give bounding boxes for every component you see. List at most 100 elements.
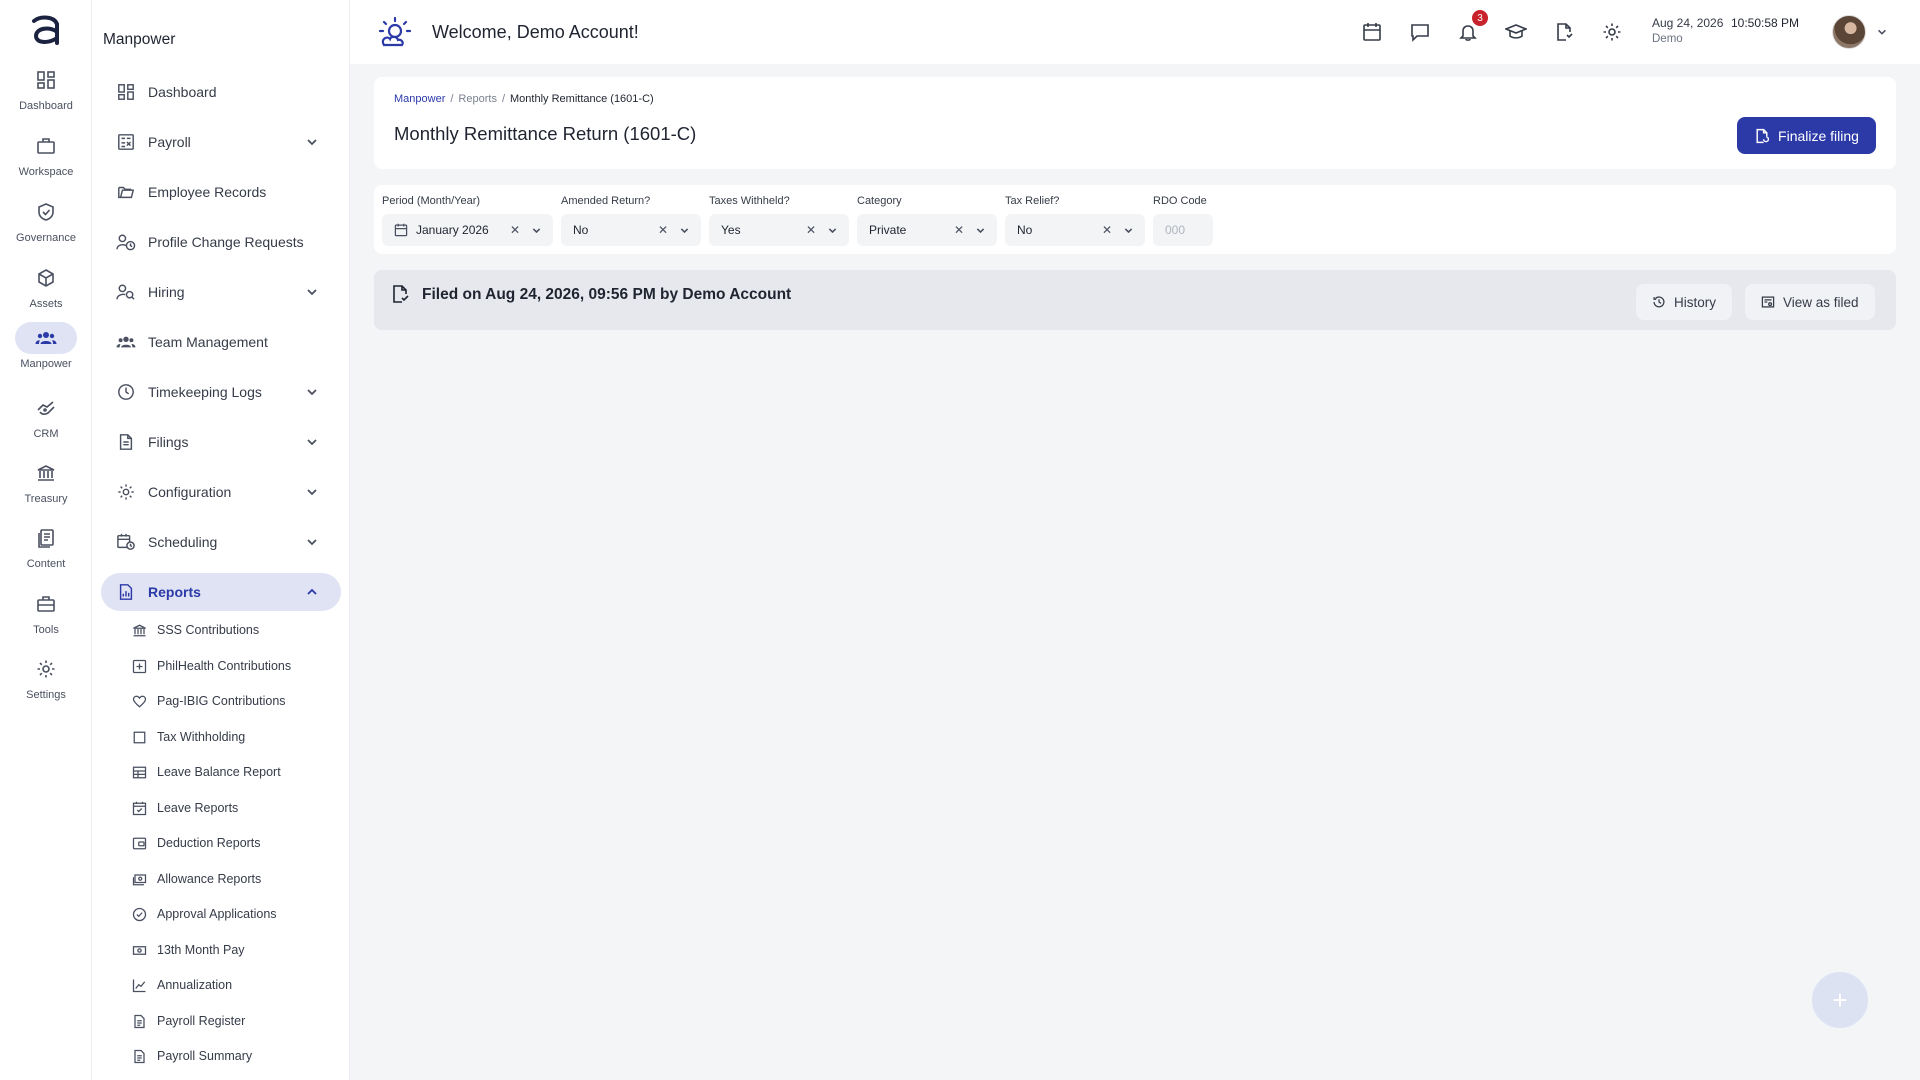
chevron-up-icon	[307, 588, 317, 595]
chevron-down-icon[interactable]	[1876, 26, 1888, 38]
chevron-down-icon	[828, 228, 837, 234]
sub-item-label: Annualization	[157, 978, 233, 992]
user-name: Demo	[1652, 33, 1683, 45]
sub-item-label: Payroll Summary	[157, 1049, 253, 1063]
dashboard-icon	[115, 81, 137, 103]
taxes-withheld-field: Taxes Withheld? Yes ✕	[709, 195, 849, 246]
amended-value: No	[573, 223, 589, 237]
sub-item-label: Tax Withholding	[157, 730, 246, 744]
rail-label: Settings	[26, 689, 66, 701]
sidebar-item-filings[interactable]: Filings	[101, 423, 341, 461]
sub-item-label: Leave Balance Report	[157, 765, 281, 779]
breadcrumb-separator: /	[450, 93, 454, 105]
sub-item-annualization[interactable]: Annualization	[130, 972, 232, 998]
file-sync-icon[interactable]	[1552, 20, 1576, 44]
sidebar-item-reports[interactable]: Reports	[101, 573, 341, 611]
briefcase-icon	[15, 130, 77, 162]
rdo-code-field: RDO Code	[1153, 195, 1215, 246]
category-select[interactable]: Private ✕	[857, 214, 997, 246]
chat-icon[interactable]	[1408, 20, 1432, 44]
clear-icon[interactable]: ✕	[1102, 223, 1112, 237]
rail-item-workspace[interactable]: Workspace	[0, 130, 92, 190]
chevron-down-icon	[307, 289, 317, 296]
current-time: 10:50:58 PM	[1731, 16, 1800, 30]
sidebar-item-team-management[interactable]: Team Management	[101, 323, 341, 361]
brand-logo-icon[interactable]	[28, 12, 64, 48]
clear-icon[interactable]: ✕	[658, 223, 668, 237]
breadcrumb-link-manpower[interactable]: Manpower	[394, 93, 445, 105]
rail-item-crm[interactable]: CRM	[0, 392, 92, 452]
sub-item-tax-withholding[interactable]: Tax Withholding	[130, 724, 245, 750]
taxes-withheld-select[interactable]: Yes ✕	[709, 214, 849, 246]
rail-item-dashboard[interactable]: Dashboard	[0, 64, 92, 124]
sub-item-payroll-summary[interactable]: Payroll Summary	[130, 1043, 252, 1069]
breadcrumb-link-reports[interactable]: Reports	[458, 93, 497, 105]
gear-icon	[115, 481, 137, 503]
sidebar-item-timekeeping-logs[interactable]: Timekeeping Logs	[101, 373, 341, 411]
chevron-down-icon	[307, 139, 317, 146]
sub-item-13th-month-pay[interactable]: 13th Month Pay	[130, 937, 245, 963]
toolbox-icon	[15, 588, 77, 620]
rail-label: Workspace	[18, 166, 74, 178]
finalize-filing-button[interactable]: Finalize filing	[1737, 117, 1876, 154]
clear-icon[interactable]: ✕	[510, 223, 520, 237]
sub-item-allowance-reports[interactable]: Allowance Reports	[130, 866, 261, 892]
floating-add-button[interactable]: +	[1812, 972, 1868, 1028]
handshake-icon	[15, 392, 77, 424]
period-select[interactable]: January 2026 ✕	[382, 214, 553, 246]
rail-item-treasury[interactable]: Treasury	[0, 457, 92, 517]
rail-item-settings[interactable]: Settings	[0, 653, 92, 713]
period-label: Period (Month/Year)	[382, 195, 481, 207]
history-button[interactable]: History	[1636, 284, 1733, 320]
rail-label: Tools	[33, 624, 59, 636]
sub-item-approval-applications[interactable]: Approval Applications	[130, 901, 277, 927]
sidebar-item-payroll[interactable]: Payroll	[101, 123, 341, 161]
sub-item-leave-balance-report[interactable]: Leave Balance Report	[130, 759, 281, 785]
sidebar-item-configuration[interactable]: Configuration	[101, 473, 341, 511]
user-clock-icon	[115, 231, 137, 253]
sidebar-item-profile-change-requests[interactable]: Profile Change Requests	[101, 223, 341, 261]
clear-icon[interactable]: ✕	[954, 223, 964, 237]
sub-item-pag-ibig-contributions[interactable]: Pag-IBIG Contributions	[130, 688, 286, 714]
rail-item-tools[interactable]: Tools	[0, 588, 92, 648]
amended-label: Amended Return?	[561, 195, 651, 207]
rail-item-assets[interactable]: Assets	[0, 262, 92, 322]
calendar-icon	[394, 223, 408, 237]
sub-item-leave-reports[interactable]: Leave Reports	[130, 795, 238, 821]
clear-icon[interactable]: ✕	[806, 223, 816, 237]
rail-label: Governance	[16, 232, 76, 244]
tax-relief-select[interactable]: No ✕	[1005, 214, 1145, 246]
file-lines-icon	[130, 1012, 148, 1030]
sidebar-item-hiring[interactable]: Hiring	[101, 273, 341, 311]
chevron-down-icon	[307, 439, 317, 446]
folder-open-icon	[115, 181, 137, 203]
amended-select[interactable]: No ✕	[561, 214, 701, 246]
sidebar-item-scheduling[interactable]: Scheduling	[101, 523, 341, 561]
sub-item-label: Leave Reports	[157, 801, 239, 815]
team-icon	[115, 331, 137, 353]
table-icon	[130, 763, 148, 781]
sidebar-item-employee-records[interactable]: Employee Records	[101, 173, 341, 211]
wallet-icon	[130, 834, 148, 852]
file-icon	[115, 431, 137, 453]
rail-item-governance[interactable]: Governance	[0, 196, 92, 256]
sidebar-item-dashboard[interactable]: Dashboard	[101, 73, 341, 111]
view-as-filed-button[interactable]: View as filed	[1745, 284, 1875, 320]
gear-icon[interactable]	[1600, 20, 1624, 44]
sidebar-item-label: Reports	[148, 584, 201, 600]
chevron-down-icon	[307, 539, 317, 546]
rdo-code-input[interactable]	[1153, 214, 1213, 246]
graduation-cap-icon[interactable]	[1504, 20, 1528, 44]
sub-item-payroll-register[interactable]: Payroll Register	[130, 1008, 245, 1034]
rdo-code-label: RDO Code	[1153, 195, 1207, 207]
sub-item-philhealth-contributions[interactable]: PhilHealth Contributions	[130, 653, 291, 679]
documents-icon	[15, 522, 77, 554]
sub-item-sss-contributions[interactable]: SSS Contributions	[130, 617, 259, 643]
sub-item-deduction-reports[interactable]: Deduction Reports	[130, 830, 261, 856]
rail-label: Treasury	[24, 493, 68, 505]
clock-icon	[115, 381, 137, 403]
rail-item-content[interactable]: Content	[0, 522, 92, 582]
calendar-icon[interactable]	[1360, 20, 1384, 44]
avatar[interactable]	[1832, 15, 1866, 49]
rail-item-manpower[interactable]: Manpower	[0, 322, 92, 382]
